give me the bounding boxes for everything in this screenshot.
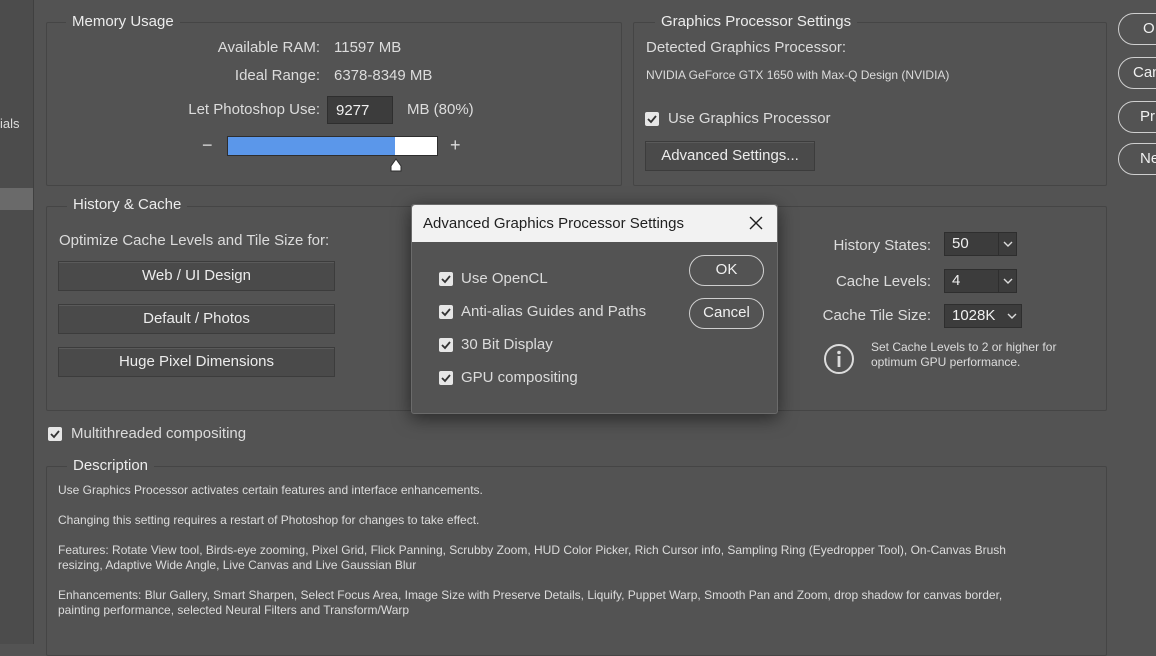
multithreaded-compositing-checkbox[interactable] (48, 427, 62, 441)
description-paragraph: Use Graphics Processor activates certain… (58, 483, 483, 497)
30-bit-display-checkbox[interactable] (439, 338, 453, 352)
use-gpu-checkbox[interactable] (645, 112, 659, 126)
memory-usage-title: Memory Usage (66, 13, 180, 31)
dialog-title-bar: Advanced Graphics Processor Settings (412, 205, 777, 242)
chevron-down-icon (1003, 305, 1021, 327)
prev-button[interactable]: Pr (1118, 101, 1156, 133)
anti-alias-label: Anti-alias Guides and Paths (461, 303, 647, 320)
memory-amount-input[interactable] (327, 96, 393, 124)
description-paragraph: Changing this setting requires a restart… (58, 513, 480, 527)
optimize-cache-label: Optimize Cache Levels and Tile Size for: (59, 232, 330, 249)
checkmark-icon (441, 308, 451, 317)
available-ram-value: 11597 MB (334, 39, 402, 56)
description-paragraph: Features: Rotate View tool, Birds-eye zo… (58, 543, 1006, 557)
default-photos-button[interactable]: Default / Photos (58, 304, 335, 334)
history-states-select[interactable]: 50 (944, 232, 1017, 256)
history-cache-title: History & Cache (67, 196, 188, 214)
dialog-title: Advanced Graphics Processor Settings (423, 215, 684, 232)
dialog-ok-button[interactable]: OK (689, 255, 764, 286)
checkmark-icon (441, 374, 451, 383)
cache-tile-size-select[interactable]: 1028K (944, 304, 1022, 328)
dialog-cancel-button[interactable]: Cancel (689, 298, 764, 329)
multithreaded-compositing-label: Multithreaded compositing (71, 425, 247, 442)
minus-icon[interactable]: − (202, 135, 213, 156)
use-gpu-label: Use Graphics Processor (668, 110, 831, 127)
advanced-gpu-settings-dialog: Advanced Graphics Processor Settings Use… (411, 204, 778, 414)
description-paragraph: resizing, Adaptive Wide Angle, Live Canv… (58, 558, 417, 572)
history-states-value: 50 (952, 235, 969, 252)
cache-levels-value: 4 (952, 272, 961, 289)
cache-levels-select[interactable]: 4 (944, 269, 1017, 293)
cancel-button-main[interactable]: Can (1118, 57, 1156, 89)
history-states-label: History States: (833, 237, 931, 254)
checkmark-icon (647, 115, 657, 124)
sidebar-item-label[interactable]: ials (0, 116, 20, 131)
close-icon[interactable] (748, 215, 764, 231)
info-icon (824, 344, 854, 374)
cache-levels-label: Cache Levels: (835, 273, 931, 290)
advanced-settings-button[interactable]: Advanced Settings... (645, 141, 815, 171)
ideal-range-value: 6378-8349 MB (334, 67, 433, 84)
ideal-range-label: Ideal Range: (234, 67, 320, 84)
gpu-compositing-label: GPU compositing (461, 369, 578, 386)
next-button[interactable]: Ne (1118, 143, 1156, 175)
preferences-sidebar: ials (0, 0, 34, 644)
available-ram-label: Available RAM: (217, 39, 320, 56)
description-paragraph: Enhancements: Blur Gallery, Smart Sharpe… (58, 588, 1003, 602)
gpu-settings-title: Graphics Processor Settings (655, 13, 858, 31)
cache-tile-size-label: Cache Tile Size: (822, 307, 931, 324)
cache-info-text-line2: optimum GPU performance. (871, 355, 1021, 369)
cache-info-text-line1: Set Cache Levels to 2 or higher for (871, 340, 1057, 354)
detected-gpu-label: Detected Graphics Processor: (646, 39, 847, 56)
checkmark-icon (441, 341, 451, 350)
cache-tile-size-value: 1028K (952, 307, 996, 324)
slider-thumb-icon[interactable] (390, 158, 402, 172)
use-opencl-label: Use OpenCL (461, 270, 548, 287)
let-photoshop-use-label: Let Photoshop Use: (188, 101, 320, 118)
anti-alias-checkbox[interactable] (439, 305, 453, 319)
memory-slider[interactable] (227, 136, 438, 156)
checkmark-icon (50, 430, 60, 439)
plus-icon[interactable]: + (450, 135, 461, 156)
chevron-down-icon (998, 270, 1016, 292)
memory-percent-label: MB (80%) (407, 101, 474, 118)
description-paragraph: painting performance, selected Neural Fi… (58, 603, 410, 617)
web-ui-design-button[interactable]: Web / UI Design (58, 261, 335, 291)
memory-slider-fill (228, 137, 396, 155)
gpu-compositing-checkbox[interactable] (439, 371, 453, 385)
use-opencl-checkbox[interactable] (439, 272, 453, 286)
description-title: Description (67, 457, 155, 475)
checkmark-icon (441, 275, 451, 284)
detected-gpu-value: NVIDIA GeForce GTX 1650 with Max-Q Desig… (646, 68, 950, 82)
huge-pixel-dimensions-button[interactable]: Huge Pixel Dimensions (58, 347, 335, 377)
30-bit-display-label: 30 Bit Display (461, 336, 553, 353)
ok-button-main[interactable]: O (1118, 13, 1156, 45)
chevron-down-icon (998, 233, 1016, 255)
sidebar-item-selected[interactable] (0, 188, 33, 210)
